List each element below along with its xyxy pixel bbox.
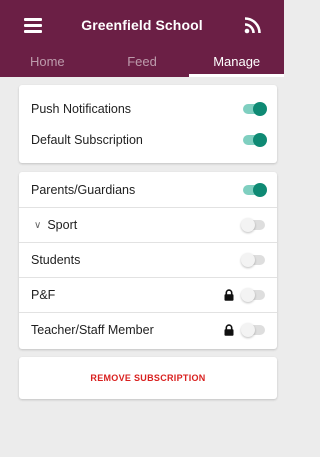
tab-bar: Home Feed Manage (0, 50, 284, 77)
default-subscription-row: Default Subscription (19, 124, 277, 155)
group-label: P&F (31, 288, 56, 302)
push-notifications-row: Push Notifications (19, 93, 277, 124)
group-label: Teacher/Staff Member (31, 323, 154, 337)
students-toggle[interactable] (241, 253, 265, 267)
group-label: Parents/Guardians (31, 182, 136, 197)
group-row-pf: P&F (19, 277, 277, 312)
menu-icon[interactable] (24, 18, 42, 33)
tab-manage[interactable]: Manage (189, 50, 284, 77)
sport-toggle[interactable] (241, 218, 265, 232)
notification-settings-card: Push Notifications Default Subscription (19, 85, 277, 163)
pf-toggle[interactable] (241, 288, 265, 302)
app-title: Greenfield School (81, 17, 203, 33)
lock-icon (224, 324, 234, 336)
group-row-students: Students (19, 242, 277, 277)
tab-home[interactable]: Home (0, 50, 95, 77)
app-header: Greenfield School Home Feed Manage (0, 0, 284, 77)
default-subscription-toggle[interactable] (243, 132, 267, 147)
remove-subscription-card: REMOVE SUBSCRIPTION (19, 357, 277, 399)
title-bar: Greenfield School (0, 0, 284, 50)
tab-feed[interactable]: Feed (95, 50, 190, 77)
parents-guardians-toggle[interactable] (243, 182, 267, 197)
teacher-staff-toggle[interactable] (241, 323, 265, 337)
subscription-groups-card: Parents/Guardians ∨ Sport Students P&F T… (19, 172, 277, 349)
push-notifications-toggle[interactable] (243, 101, 267, 116)
default-subscription-label: Default Subscription (31, 132, 143, 147)
group-row-parents-guardians: Parents/Guardians (19, 172, 277, 207)
group-row-sport[interactable]: ∨ Sport (19, 207, 277, 242)
rss-feed-icon[interactable] (243, 15, 263, 35)
group-label: Sport (47, 218, 78, 232)
chevron-down-icon[interactable]: ∨ (34, 220, 41, 231)
push-notifications-label: Push Notifications (31, 101, 132, 116)
group-label: Students (31, 253, 81, 267)
lock-icon (224, 289, 234, 301)
group-row-teacher-staff: Teacher/Staff Member (19, 312, 277, 347)
remove-subscription-button[interactable]: REMOVE SUBSCRIPTION (19, 357, 277, 399)
